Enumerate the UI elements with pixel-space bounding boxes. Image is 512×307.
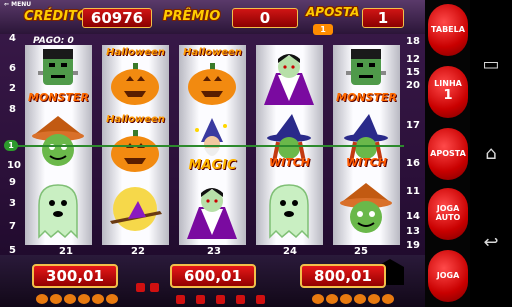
premio-value: 0 [232, 8, 298, 28]
dracula-icon [264, 54, 314, 105]
line-number: 6 [9, 63, 16, 74]
joga-auto-button[interactable]: JOGA AUTO [428, 188, 468, 240]
line-number: 7 [9, 221, 16, 232]
symbol-caption: Halloween [106, 47, 165, 58]
moon-witch-icon [110, 187, 162, 231]
dracula-icon [187, 188, 237, 239]
scarecrow-symbol [333, 179, 400, 245]
symbol-caption: Halloween [183, 47, 242, 58]
frankenstein-symbol: MONSTER [25, 45, 92, 111]
frankenstein-symbol: MONSTER [333, 45, 400, 111]
linha-button[interactable]: LINHA 1 [428, 66, 468, 118]
moon-witch-symbol [102, 179, 169, 245]
line-number: 20 [406, 80, 420, 91]
dracula-symbol [179, 179, 246, 245]
pumpkin-symbol: Halloween [179, 45, 246, 111]
recent-apps-icon[interactable]: ▭ [480, 54, 502, 76]
aposta-button[interactable]: APOSTA [428, 128, 468, 180]
symbol-caption: MONSTER [336, 91, 397, 104]
aposta-label: APOSTA [306, 5, 360, 19]
line-number: 16 [406, 158, 420, 169]
symbol-caption: WITCH [268, 156, 310, 169]
credito-label: CRÉDITO [24, 9, 88, 24]
line-number: 2 [9, 83, 16, 94]
line-number: 4 [9, 33, 16, 44]
pumpkin-symbol: Halloween [102, 45, 169, 111]
ghost-symbol [25, 179, 92, 245]
line-number: 10 [7, 160, 21, 171]
dracula-symbol [256, 45, 323, 111]
line-number: 14 [406, 211, 420, 222]
line-number: 13 [406, 226, 420, 237]
line-number: 8 [9, 104, 16, 115]
scarecrow-icon [340, 183, 392, 233]
symbol-caption: WITCH [345, 156, 387, 169]
line-number: 3 [9, 198, 16, 209]
line-number: 11 [406, 186, 420, 197]
symbol-caption: MAGIC [188, 158, 237, 173]
tabela-button[interactable]: TABELA [428, 4, 468, 56]
credito-value: 60976 [82, 8, 152, 28]
aposta-value: 1 [362, 8, 404, 28]
symbol-caption: Halloween [106, 114, 165, 125]
bet-button-3[interactable]: 800,01 [300, 264, 386, 288]
line-number: 9 [9, 177, 16, 188]
premio-label: PRÊMIO [163, 9, 221, 24]
ghost-icon [269, 184, 309, 239]
line-number: 17 [406, 120, 420, 131]
ghost-icon [38, 184, 78, 239]
line-number: 18 [406, 36, 420, 47]
line-number: 19 [406, 240, 420, 251]
joga-button[interactable]: JOGA [428, 250, 468, 302]
bat-badge: 1 [313, 24, 333, 35]
payline-1 [12, 145, 404, 147]
slot-machine-screen: ⇐ MENU CRÉDITO 60976 PRÊMIO 0 APOSTA 1 1… [0, 0, 512, 307]
payline-badge: 1 [4, 140, 18, 151]
ghost-symbol [256, 179, 323, 245]
menu-button[interactable]: ⇐ MENU [4, 1, 31, 8]
symbol-caption: MONSTER [28, 91, 89, 104]
home-icon[interactable]: ⌂ [480, 143, 502, 165]
line-number: 12 [406, 54, 420, 65]
line-number: 15 [406, 67, 420, 78]
back-icon[interactable]: ↩ [480, 232, 502, 254]
bet-button-2[interactable]: 600,01 [170, 264, 256, 288]
bet-button-1[interactable]: 300,01 [32, 264, 118, 288]
